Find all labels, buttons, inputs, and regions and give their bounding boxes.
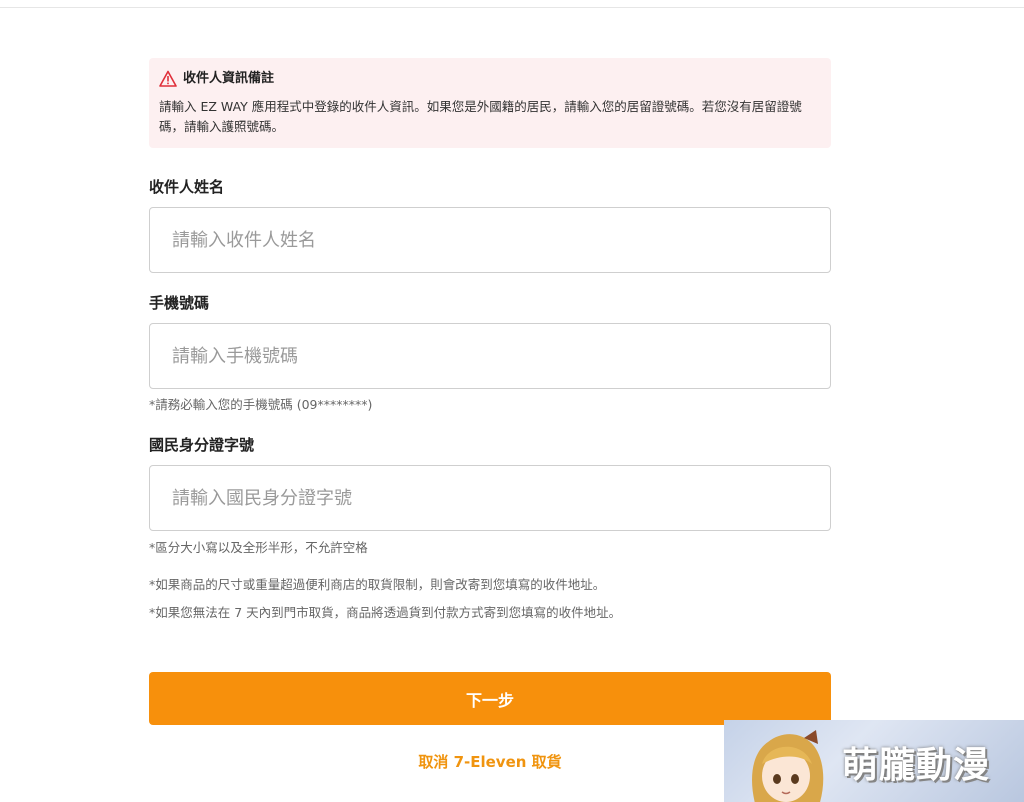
phone-label: 手機號碼 (149, 294, 210, 312)
notice-text: 請輸入 EZ WAY 應用程式中登錄的收件人資訊。如果您是外國籍的居民，請輸入您… (159, 99, 802, 134)
size-limit-note: *如果商品的尺寸或重量超過便利商店的取貨限制，則會改寄到您填寫的收件地址。 (149, 577, 606, 592)
anime-girl-icon (752, 730, 824, 802)
recipient-name-input[interactable] (170, 228, 810, 252)
name-label: 收件人姓名 (149, 178, 225, 196)
national-id-input[interactable] (170, 486, 810, 510)
phone-field-box (149, 323, 831, 389)
phone-input[interactable] (170, 344, 810, 368)
top-divider (0, 0, 1024, 8)
phone-hint: *請務必輸入您的手機號碼 (09********) (149, 397, 373, 412)
next-step-button[interactable]: 下一步 (149, 672, 831, 725)
watermark-banner: 萌朧動漫 (724, 720, 1024, 802)
warning-icon (159, 70, 177, 88)
notice-header: 收件人資訊備註 (159, 69, 821, 89)
name-field-box (149, 207, 831, 273)
notice-title: 收件人資訊備註 (183, 71, 275, 86)
pickup-deadline-note: *如果您無法在 7 天內到門市取貨，商品將透過貨到付款方式寄到您填寫的收件地址。 (149, 605, 622, 620)
recipient-info-notice: 收件人資訊備註 請輸入 EZ WAY 應用程式中登錄的收件人資訊。如果您是外國籍… (149, 58, 831, 148)
id-hint: *區分大小寫以及全形半形，不允許空格 (149, 540, 368, 555)
watermark-text: 萌朧動漫 (842, 745, 991, 786)
id-field-box (149, 465, 831, 531)
id-label: 國民身分證字號 (149, 436, 255, 454)
